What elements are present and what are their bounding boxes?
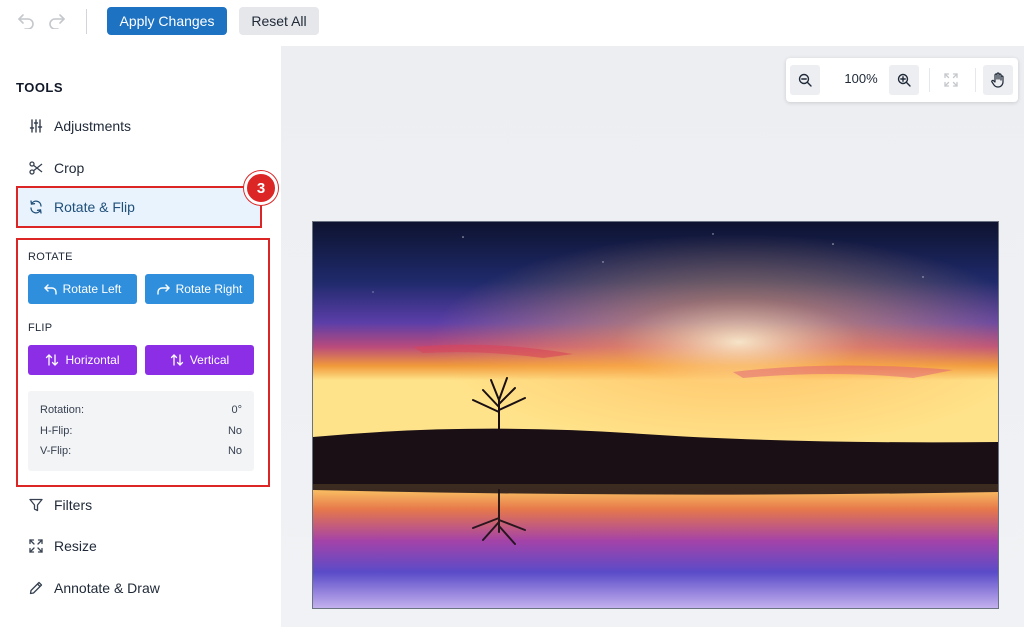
rotation-row: Rotation: 0° xyxy=(40,404,242,416)
zoom-toolbar: 100% xyxy=(786,58,1018,102)
rotate-left-icon xyxy=(43,283,57,295)
apply-changes-button[interactable]: Apply Changes xyxy=(107,7,227,35)
tool-label: Crop xyxy=(54,160,85,176)
rotate-left-button[interactable]: Rotate Left xyxy=(28,274,137,304)
rotate-left-label: Rotate Left xyxy=(62,282,122,296)
reset-all-button[interactable]: Reset All xyxy=(239,7,319,35)
expand-icon xyxy=(28,538,44,554)
tools-sidebar: TOOLS Adjustments Crop Rotate & Flip 3 R… xyxy=(0,46,281,627)
funnel-icon xyxy=(28,497,44,513)
canvas-area: 100% xyxy=(281,46,1024,627)
tool-resize[interactable]: Resize xyxy=(16,529,262,563)
tool-label: Rotate & Flip xyxy=(54,199,135,215)
rotate-icon xyxy=(28,199,44,215)
top-toolbar: Apply Changes Reset All xyxy=(0,0,1024,46)
zoom-divider xyxy=(929,68,930,92)
undo-icon[interactable] xyxy=(15,10,37,32)
transform-info-box: Rotation: 0° H-Flip: No V-Flip: No xyxy=(28,391,254,471)
rotation-value: 0° xyxy=(231,404,242,416)
tools-heading: TOOLS xyxy=(16,80,64,95)
flip-vertical-button[interactable]: Vertical xyxy=(145,345,254,375)
fit-screen-icon[interactable] xyxy=(936,65,966,95)
zoom-level: 100% xyxy=(844,71,878,86)
flip-vertical-label: Vertical xyxy=(189,353,230,367)
tool-rotate-flip[interactable]: Rotate & Flip xyxy=(16,186,262,228)
hflip-label: H-Flip: xyxy=(40,425,73,437)
tool-annotate-draw[interactable]: Annotate & Draw xyxy=(16,571,262,605)
rotate-section-label: ROTATE xyxy=(28,251,73,263)
redo-icon[interactable] xyxy=(46,10,68,32)
zoom-in-icon[interactable] xyxy=(889,65,919,95)
zoom-divider xyxy=(975,68,976,92)
tool-filters[interactable]: Filters xyxy=(16,488,262,522)
step-number-badge: 3 xyxy=(244,171,278,205)
tool-label: Filters xyxy=(54,497,93,513)
hflip-row: H-Flip: No xyxy=(40,425,242,437)
vflip-row: V-Flip: No xyxy=(40,445,242,457)
flip-horizontal-button[interactable]: Horizontal xyxy=(28,345,137,375)
scissors-icon xyxy=(28,160,44,176)
rotate-right-button[interactable]: Rotate Right xyxy=(145,274,254,304)
zoom-out-icon[interactable] xyxy=(790,65,820,95)
vflip-label: V-Flip: xyxy=(40,445,72,457)
image-preview xyxy=(312,221,999,609)
tool-label: Adjustments xyxy=(54,118,132,134)
pencil-icon xyxy=(28,580,44,596)
vflip-value: No xyxy=(227,445,242,457)
toolbar-divider xyxy=(86,9,87,34)
tool-label: Resize xyxy=(54,538,97,554)
rotate-right-icon xyxy=(156,283,170,295)
flip-section-label: FLIP xyxy=(28,322,53,334)
sliders-icon xyxy=(28,118,44,134)
rotation-label: Rotation: xyxy=(40,404,85,416)
flip-horizontal-label: Horizontal xyxy=(65,353,120,367)
rotate-flip-panel: ROTATE Rotate Left Rotate Right FLIP Hor… xyxy=(16,238,270,487)
hand-icon[interactable] xyxy=(983,65,1013,95)
flip-arrows-icon xyxy=(46,354,59,366)
tool-label: Annotate & Draw xyxy=(54,580,160,596)
rotate-right-label: Rotate Right xyxy=(175,282,243,296)
tool-crop[interactable]: Crop xyxy=(16,151,262,185)
flip-arrows-icon xyxy=(170,354,183,366)
hflip-value: No xyxy=(227,425,242,437)
tool-adjustments[interactable]: Adjustments xyxy=(16,109,262,143)
